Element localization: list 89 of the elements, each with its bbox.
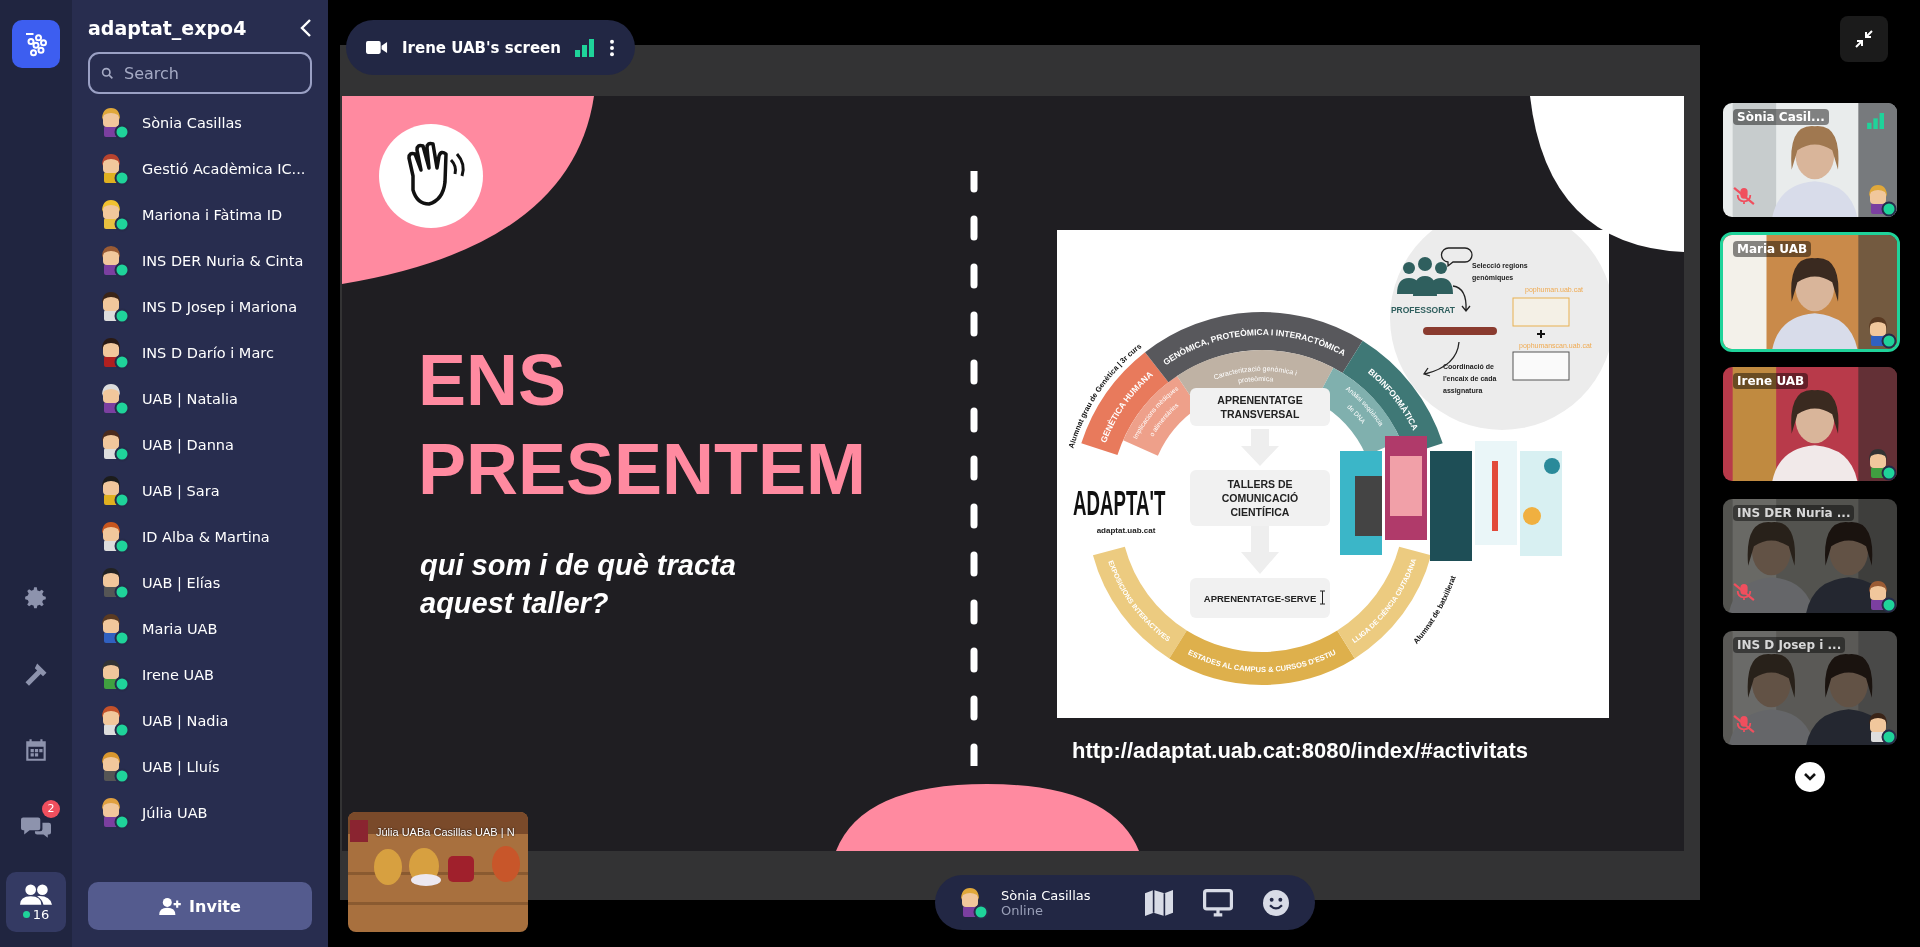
invite-button[interactable]: Invite (88, 882, 312, 930)
add-person-icon (159, 897, 182, 915)
participant-name: INS DER Nuria ... (1733, 505, 1855, 521)
step-label: APRENENTATGE (1217, 394, 1303, 406)
video-tile[interactable]: Sònia Casil... (1720, 100, 1900, 220)
rail-button[interactable]: 2 (6, 796, 66, 856)
minimize-icon (1854, 29, 1874, 49)
member-row[interactable]: UAB | Natalia (88, 376, 312, 422)
scroll-down-button[interactable] (1795, 762, 1825, 792)
member-row[interactable]: Júlia UAB (88, 790, 312, 836)
user-name: Sònia Casillas (1001, 887, 1092, 903)
member-name: Gestió Acadèmica IC... (142, 161, 306, 177)
map-labels: Júlia UABa Casillas UAB | N (376, 826, 515, 838)
participant-name: Irene UAB (1733, 373, 1809, 389)
slide-subtitle: qui som i de què tracta aquest taller? (420, 548, 736, 621)
video-tile[interactable]: INS D Josep i ... (1720, 628, 1900, 748)
speech-bubble-icon (1440, 247, 1473, 267)
member-name: Maria UAB (142, 621, 218, 637)
member-row[interactable]: INS D Darío i Marc (88, 330, 312, 376)
member-name: Júlia UAB (142, 805, 208, 821)
text-cursor-icon (1319, 590, 1326, 605)
smiley-icon (1263, 889, 1289, 916)
member-name: UAB | Sara (142, 483, 220, 499)
member-row[interactable]: UAB | Lluís (88, 744, 312, 790)
step-label: TRANSVERSAL (1220, 408, 1300, 420)
logo: ADAPTA'T (1073, 482, 1166, 523)
participant-name: INS D Josep i ... (1733, 637, 1846, 653)
member-row[interactable]: Maria UAB (88, 606, 312, 652)
member-row[interactable]: UAB | Danna (88, 422, 312, 468)
minimize-button[interactable] (1840, 16, 1888, 62)
professorat-label: PROFESSORAT (1390, 305, 1456, 315)
logo-url: adaptat.uab.cat (1096, 526, 1156, 535)
member-name: Sònia Casillas (142, 115, 242, 131)
online-count: 16 (22, 906, 50, 922)
member-name: INS D Darío i Marc (142, 345, 274, 361)
video-tile[interactable]: Irene UAB (1720, 364, 1900, 484)
member-row[interactable]: INS D Josep i Mariona (88, 284, 312, 330)
calendar-icon[interactable] (23, 737, 49, 763)
rail-button[interactable]: 16 (6, 872, 66, 932)
people-icon (20, 882, 52, 905)
waving-hand-icon (379, 124, 483, 228)
member-name: UAB | Lluís (142, 759, 220, 775)
slide-title: ENS PRESENTEM (418, 339, 867, 511)
participant-name: Sònia Casil... (1733, 109, 1829, 125)
search-field[interactable]: Search (88, 52, 312, 94)
member-row[interactable]: INS DER Nuria & Cinta (88, 238, 312, 284)
signal-icon (575, 38, 595, 57)
member-name: Mariona i Fàtima ID (142, 207, 283, 223)
member-name: UAB | Natalia (142, 391, 238, 407)
website-thumbnail (1512, 297, 1570, 327)
people-icon (1397, 257, 1453, 296)
more-icon[interactable] (609, 38, 615, 57)
search-icon (101, 67, 114, 80)
app-logo[interactable] (12, 20, 60, 68)
signal-icon (1867, 113, 1885, 129)
member-row[interactable]: Mariona i Fàtima ID (88, 192, 312, 238)
member-name: UAB | Elías (142, 575, 221, 591)
step-label: TALLERS DE (1227, 478, 1293, 490)
member-row[interactable]: Gestió Acadèmica IC... (88, 146, 312, 192)
member-row[interactable]: Irene UAB (88, 652, 312, 698)
notification-badge: 2 (42, 800, 60, 818)
space-title: adaptat_expo4 (88, 17, 247, 39)
map-icon (1145, 889, 1173, 916)
collapse-icon[interactable] (300, 18, 312, 38)
member-name: INS D Josep i Mariona (142, 299, 298, 315)
video-camera-icon (366, 40, 388, 55)
member-row[interactable]: UAB | Sara (88, 468, 312, 514)
step-label: COMUNICACIÓ (1221, 492, 1299, 504)
chevron-down-icon (1803, 772, 1817, 782)
member-row[interactable]: Sònia Casillas (88, 100, 312, 146)
member-name: ID Alba & Martina (142, 529, 270, 545)
monitor-icon (1203, 888, 1233, 917)
member-name: INS DER Nuria & Cinta (142, 253, 304, 269)
member-name: UAB | Danna (142, 437, 234, 453)
step-label: CIENTÍFICA (1230, 506, 1290, 518)
plus-icon (1536, 329, 1546, 339)
video-tile[interactable]: INS DER Nuria ... (1720, 496, 1900, 616)
step-label: APRENENTATGE-SERVE (1203, 593, 1317, 604)
slide-url: http://adaptat.uab.cat:8080/index/#activitats (1072, 738, 1529, 764)
member-name: UAB | Nadia (142, 713, 229, 729)
chromosome-icon (1423, 327, 1497, 335)
screen-share-title: Irene UAB's screen (402, 38, 561, 57)
settings-icon[interactable] (23, 585, 49, 611)
member-name: Irene UAB (142, 667, 215, 683)
website-thumbnail (1512, 351, 1570, 381)
member-row[interactable]: UAB | Nadia (88, 698, 312, 744)
user-status: Online (1001, 902, 1044, 918)
member-row[interactable]: UAB | Elías (88, 560, 312, 606)
member-row[interactable]: ID Alba & Martina (88, 514, 312, 560)
